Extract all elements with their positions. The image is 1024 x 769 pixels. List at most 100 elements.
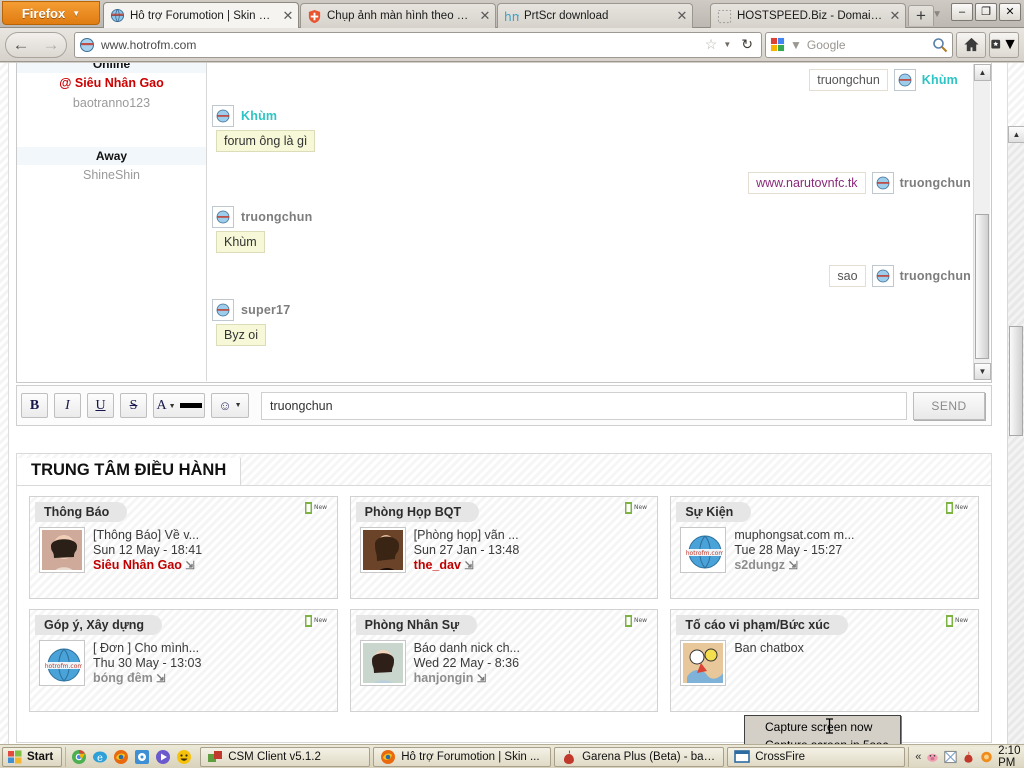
userlist-item[interactable]: ShineShin <box>17 165 206 185</box>
italic-button[interactable]: I <box>54 393 81 418</box>
new-tab-button[interactable]: + <box>908 5 934 26</box>
page-scrollbar[interactable]: ▲ ▼ <box>1007 126 1024 744</box>
chevron-down-icon[interactable]: ▼ <box>723 40 731 49</box>
goto-post-icon[interactable]: ⇲ <box>185 560 194 572</box>
chat-messages[interactable]: truongchun Khùm <box>208 63 972 381</box>
widget-author[interactable]: Siêu Nhân Gao ⇲ <box>93 558 202 572</box>
chat-username[interactable]: Khùm <box>241 109 277 123</box>
goto-post-icon[interactable]: ⇲ <box>156 673 165 685</box>
widget-topic-title[interactable]: Ban chatbox <box>734 641 804 655</box>
media-icon[interactable] <box>134 749 150 765</box>
avatar[interactable] <box>212 299 234 321</box>
widget-su-kien[interactable]: Sự Kiện hotrofm.com mu <box>670 496 979 599</box>
start-button[interactable]: Start <box>2 747 62 767</box>
widget-topic-title[interactable]: [Thông Báo] Về v... <box>93 528 202 542</box>
chrome-icon[interactable] <box>71 749 87 765</box>
search-icon[interactable] <box>932 37 948 53</box>
close-button[interactable]: ✕ <box>999 3 1021 21</box>
chat-username[interactable]: Khùm <box>922 73 958 87</box>
widget-gop-y-xay-dung[interactable]: Góp ý, Xây dựng hotrofm.com <box>29 609 338 712</box>
avatar[interactable]: hotrofm.com <box>40 641 84 685</box>
address-bar[interactable]: www.hotrofm.com ☆ ▼ ↻ <box>74 32 762 58</box>
widget-author[interactable]: s2dungz ⇲ <box>734 558 854 572</box>
smiley-button[interactable]: ☺ ▼ <box>211 393 249 418</box>
chat-username[interactable]: truongchun <box>241 210 312 224</box>
ie-icon[interactable]: e <box>92 749 108 765</box>
taskbar-clock[interactable]: 2:10 PM <box>998 745 1024 769</box>
home-button[interactable] <box>956 32 986 58</box>
close-icon[interactable]: ✕ <box>676 10 688 22</box>
scroll-up-button[interactable]: ▲ <box>974 64 991 81</box>
taskbar-item-csm-client[interactable]: CSM Client v5.1.2 <box>200 747 370 767</box>
avatar[interactable] <box>894 69 916 91</box>
bold-button[interactable]: B <box>21 393 48 418</box>
page-scroll-up-button[interactable]: ▲ <box>1008 126 1024 143</box>
chat-username[interactable]: super17 <box>241 303 290 317</box>
scroll-thumb[interactable] <box>975 214 989 359</box>
widget-to-cao-vi-pham[interactable]: Tố cáo vi phạm/Bức xúc <box>670 609 979 712</box>
player-icon[interactable] <box>155 749 171 765</box>
widget-author[interactable]: hanjongin ⇲ <box>414 671 520 685</box>
star-icon[interactable]: ☆ <box>705 36 718 53</box>
goto-post-icon[interactable]: ⇲ <box>789 560 798 572</box>
list-all-tabs-icon[interactable]: ▼ <box>932 9 942 20</box>
close-icon[interactable]: ✕ <box>889 10 901 22</box>
avatar[interactable] <box>681 641 725 685</box>
widget-thong-bao[interactable]: Thông Báo [Thông Báo] Về v... <box>29 496 338 599</box>
chevron-left-icon[interactable]: « <box>915 751 921 763</box>
widget-author[interactable]: bóng đêm ⇲ <box>93 671 201 685</box>
chat-username[interactable]: truongchun <box>900 269 971 283</box>
orange-icon[interactable] <box>980 749 993 765</box>
userlist-item[interactable]: @ Siêu Nhân Gao <box>17 73 206 93</box>
chat-input[interactable]: truongchun <box>261 392 907 420</box>
strikethrough-button[interactable]: S <box>120 393 147 418</box>
avatar[interactable] <box>212 105 234 127</box>
tab-chup-anh[interactable]: Chụp ảnh màn hình theo phong ... ✕ <box>300 3 496 28</box>
avatar[interactable] <box>212 206 234 228</box>
widget-topic-title[interactable]: muphongsat.com m... <box>734 528 854 542</box>
chat-username[interactable]: truongchun <box>900 176 971 190</box>
avatar[interactable] <box>40 528 84 572</box>
avatar[interactable] <box>361 641 405 685</box>
userlist-item[interactable]: baotranno123 <box>17 93 206 113</box>
tab-hotrofm[interactable]: Hỗ trợ Forumotion | Skin Forum... ✕ <box>103 2 299 28</box>
tab-prtscr[interactable]: hm PrtScr download ✕ <box>497 3 693 28</box>
goto-post-icon[interactable]: ⇲ <box>477 673 486 685</box>
widget-phong-hop-bqt[interactable]: Phòng Họp BQT [Phòng họp] vãn ... <box>350 496 659 599</box>
avatar[interactable] <box>872 172 894 194</box>
send-button[interactable]: SEND <box>913 392 985 420</box>
firefox-menu-button[interactable]: Firefox ▼ <box>2 1 100 25</box>
taskbar-item-garena[interactable]: Garena Plus (Beta) - bav... <box>554 747 724 767</box>
widget-topic-title[interactable]: [ Đơn ] Cho mình... <box>93 641 201 655</box>
page-scroll-thumb[interactable] <box>1009 326 1023 436</box>
search-bar[interactable]: ▼ Google <box>765 32 953 58</box>
widget-author[interactable]: the_dav ⇲ <box>414 558 520 572</box>
reload-icon[interactable]: ↻ <box>737 36 757 53</box>
scroll-down-button[interactable]: ▼ <box>974 363 991 380</box>
chevron-down-icon[interactable]: ▼ <box>790 38 802 52</box>
widget-phong-nhan-su[interactable]: Phòng Nhân Sự Báo danh nick ch... <box>350 609 659 712</box>
menu-item-capture-5sec[interactable]: Capture screen in 5sec <box>745 736 900 744</box>
back-button[interactable]: ← <box>6 33 36 57</box>
taskbar-item-firefox[interactable]: Hỗ trợ Forumotion | Skin ... <box>373 747 551 767</box>
avatar[interactable] <box>361 528 405 572</box>
bookmarks-button[interactable]: ▼ <box>989 32 1019 58</box>
menu-item-capture-now[interactable]: Capture screen now <box>745 718 900 736</box>
checker-icon[interactable] <box>944 749 957 765</box>
firefox-icon[interactable] <box>113 749 129 765</box>
garena-icon[interactable] <box>962 749 975 765</box>
chat-bubble-link[interactable]: www.narutovnfc.tk <box>748 172 865 194</box>
restore-button[interactable]: ❐ <box>975 3 997 21</box>
forward-button[interactable]: → <box>36 33 66 57</box>
smiley-icon[interactable] <box>176 749 192 765</box>
close-icon[interactable]: ✕ <box>282 10 294 22</box>
text-color-button[interactable]: A ▼ <box>153 393 205 418</box>
taskbar-item-crossfire[interactable]: CrossFire <box>727 747 905 767</box>
minimize-button[interactable]: – <box>951 3 973 21</box>
prtscr-context-menu[interactable]: Capture screen now Capture screen in 5se… <box>744 715 901 744</box>
avatar[interactable] <box>872 265 894 287</box>
tab-hostspeed[interactable]: HOSTSPEED.Biz - Domains Chea... ✕ <box>710 3 906 28</box>
goto-post-icon[interactable]: ⇲ <box>464 560 473 572</box>
pig-icon[interactable] <box>926 749 939 765</box>
avatar[interactable]: hotrofm.com <box>681 528 725 572</box>
